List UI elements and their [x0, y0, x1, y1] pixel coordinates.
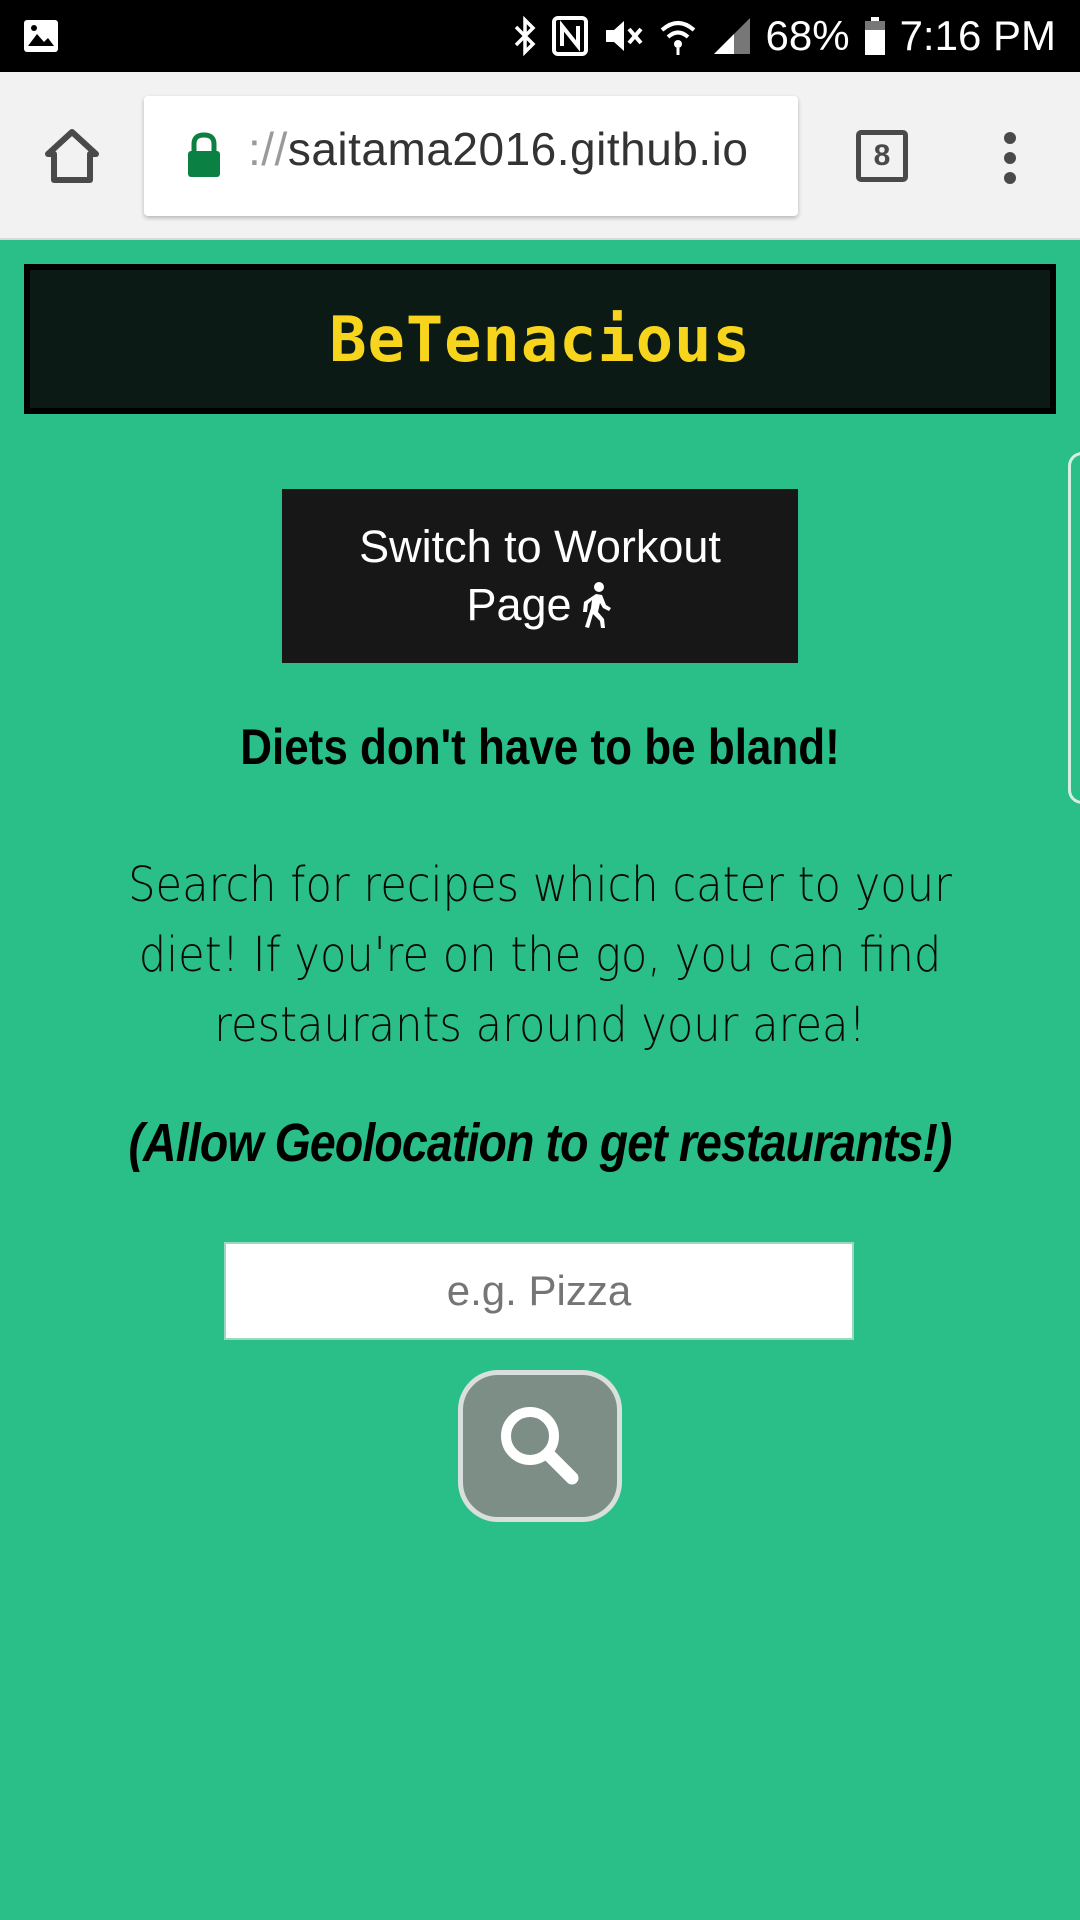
url-text: ://saitama2016.github.io [248, 122, 748, 176]
url-host: saitama2016.github.io [287, 123, 749, 175]
switch-button-line1: Switch to Workout [359, 521, 721, 572]
switch-button-line2: Page [466, 579, 572, 630]
status-bar: 68% 7:16 PM [0, 0, 1080, 72]
wifi-icon [660, 21, 695, 55]
brand-header: BeTenacious [24, 264, 1056, 414]
tagline-heading: Diets don't have to be bland! [240, 719, 840, 775]
nfc-icon [551, 16, 588, 56]
browser-toolbar: ://saitama2016.github.io 8 [0, 72, 1080, 240]
bluetooth-icon [514, 16, 535, 56]
walking-person-icon [582, 582, 611, 628]
clock: 7:16 PM [899, 12, 1056, 59]
description-text: Search for recipes which cater to your d… [128, 857, 952, 1053]
lock-icon [188, 132, 220, 177]
tab-switcher-button[interactable]: 8 [856, 130, 908, 182]
geolocation-note: (Allow Geolocation to get restaurants!) [128, 1113, 952, 1173]
scroll-indicator[interactable] [1068, 452, 1080, 804]
battery-percent: 68% [765, 12, 850, 59]
gallery-icon [24, 20, 58, 52]
url-scheme: :// [248, 123, 288, 175]
search-input[interactable] [224, 1242, 854, 1340]
battery-icon [864, 17, 885, 55]
signal-icon [713, 18, 750, 54]
address-bar[interactable]: ://saitama2016.github.io [144, 96, 798, 216]
switch-to-workout-button[interactable]: Switch to Workout Page [282, 489, 798, 663]
more-options-icon[interactable] [996, 128, 1024, 188]
search-button[interactable] [458, 1370, 622, 1522]
search-icon [501, 1407, 579, 1485]
brand-title: BeTenacious [329, 302, 751, 376]
mute-icon [605, 21, 643, 51]
home-icon[interactable] [40, 124, 104, 188]
